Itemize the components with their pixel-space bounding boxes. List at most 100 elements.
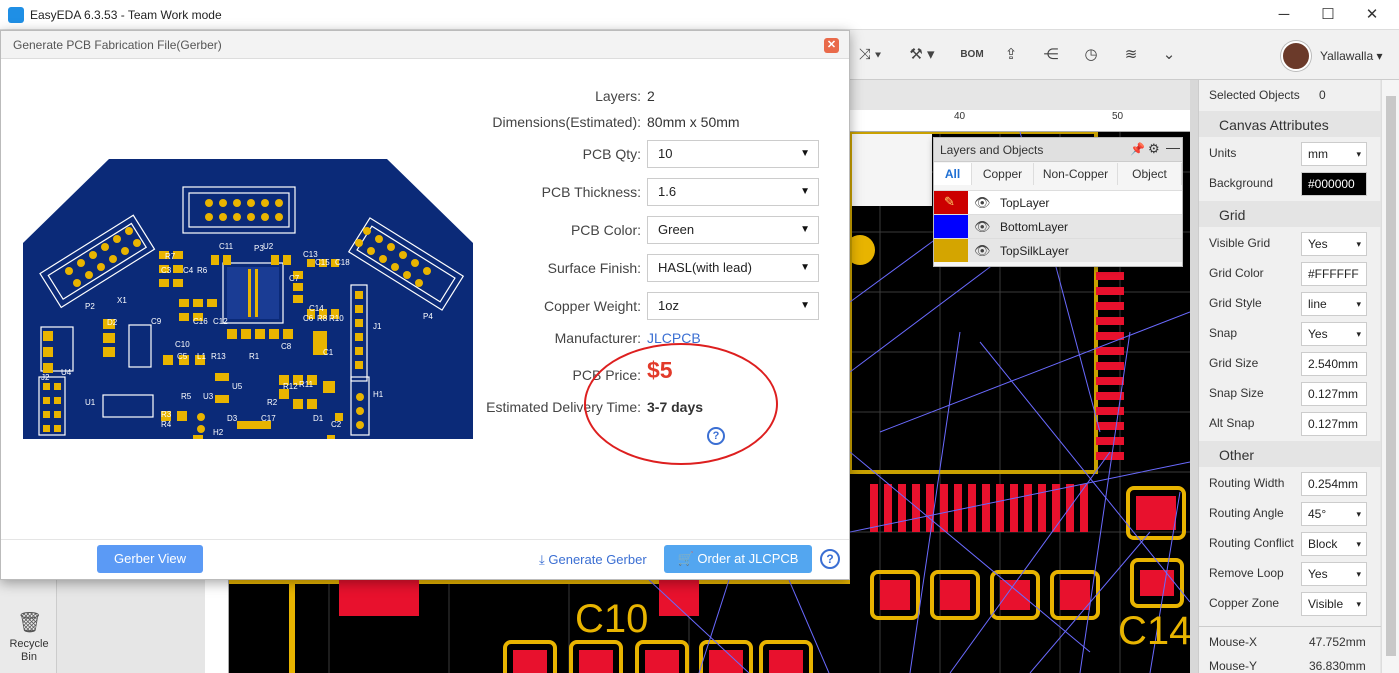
avatar[interactable] bbox=[1281, 41, 1311, 71]
top-ruler: 40 50 bbox=[850, 110, 1190, 132]
tools-icon[interactable]: ⚒ ▾ bbox=[902, 44, 942, 66]
copper-label: Copper Weight: bbox=[543, 298, 641, 314]
copper-value: 1oz bbox=[658, 298, 679, 313]
chevron-down-icon: ▾ bbox=[1356, 509, 1361, 519]
pcb-color-select[interactable]: Green ▼ bbox=[647, 216, 819, 244]
pcb-ref-label: C17 bbox=[261, 414, 276, 423]
eye-icon[interactable]: 👁 bbox=[974, 195, 991, 211]
pcb-ref-label: C6 bbox=[303, 314, 314, 323]
qty-value: 10 bbox=[658, 146, 673, 161]
layer-color-swatch[interactable]: ✎ bbox=[934, 191, 968, 214]
export-icon[interactable]: ⇪ bbox=[996, 44, 1026, 66]
order-label: Order at JLCPCB bbox=[697, 551, 799, 566]
other-section[interactable]: Other bbox=[1199, 441, 1381, 467]
copper-weight-select[interactable]: 1oz ▼ bbox=[647, 292, 819, 320]
help-icon[interactable]: ? bbox=[820, 549, 840, 569]
qty-row: PCB Qty: bbox=[1, 146, 641, 162]
tab-all[interactable]: All bbox=[934, 163, 972, 185]
maximize-button[interactable]: ☐ bbox=[1306, 4, 1350, 26]
c10-silk-label: C10 bbox=[575, 597, 648, 641]
layers-panel: Layers and Objects 📌 ⚙ — All Copper Non-… bbox=[933, 137, 1183, 267]
pcb-ref-label: C9 bbox=[151, 317, 162, 326]
pcb-ref-label: C5 bbox=[177, 352, 188, 361]
snap-label: Snap bbox=[1209, 326, 1238, 340]
minimize-button[interactable]: ─ bbox=[1262, 4, 1306, 26]
remove-loop-select[interactable]: Yes ▾ bbox=[1301, 562, 1367, 586]
units-select[interactable]: mm ▾ bbox=[1301, 142, 1367, 166]
dialog-header[interactable]: Generate PCB Fabrication File(Gerber) ✕ bbox=[1, 31, 849, 59]
grid-size-input[interactable]: 2.540mm bbox=[1301, 352, 1367, 376]
units-label: Units bbox=[1209, 146, 1237, 160]
dialog-title: Generate PCB Fabrication File(Gerber) bbox=[13, 38, 222, 52]
grid-color-label: Grid Color bbox=[1209, 266, 1264, 280]
c14-silk-label: C14 bbox=[1118, 609, 1190, 653]
layer-name: TopSilkLayer bbox=[1000, 244, 1069, 258]
history-icon[interactable]: ◷ bbox=[1076, 44, 1106, 66]
color-label: PCB Color: bbox=[570, 222, 641, 238]
visible-grid-select[interactable]: Yes ▾ bbox=[1301, 232, 1367, 256]
eye-icon[interactable]: 👁 bbox=[974, 219, 991, 235]
trash-icon[interactable]: 🗑 bbox=[17, 610, 42, 634]
layers-panel-header[interactable]: Layers and Objects 📌 ⚙ — bbox=[934, 138, 1182, 162]
canvas-attributes-section[interactable]: Canvas Attributes bbox=[1199, 111, 1381, 137]
pin-icon[interactable]: 📌 bbox=[1130, 142, 1145, 156]
alt-snap-input[interactable]: 0.127mm bbox=[1301, 412, 1367, 436]
delivery-row: Estimated Delivery Time: bbox=[1, 399, 641, 415]
layer-color-swatch[interactable] bbox=[934, 239, 968, 262]
route-icon[interactable]: ⤨ ▾ bbox=[850, 44, 890, 66]
copper-row: Copper Weight: bbox=[1, 298, 641, 314]
pcb-ref-label: D2 bbox=[107, 318, 118, 327]
dimensions-row: Dimensions(Estimated): bbox=[1, 114, 641, 130]
user-name[interactable]: Yallawalla ▾ bbox=[1320, 49, 1383, 63]
layers-row: Layers: bbox=[1, 88, 641, 104]
properties-scrollbar[interactable] bbox=[1381, 80, 1399, 673]
collapse-icon[interactable]: — bbox=[1166, 139, 1180, 155]
panel-splitter[interactable] bbox=[1190, 80, 1198, 673]
background-label: Background bbox=[1209, 176, 1274, 190]
recycle-bin-label[interactable]: Recycle Bin bbox=[4, 638, 54, 664]
close-window-button[interactable]: ✕ bbox=[1350, 4, 1394, 26]
tab-object[interactable]: Object bbox=[1118, 163, 1182, 185]
layer-row-topsilklayer[interactable]: 👁 TopSilkLayer bbox=[934, 238, 1182, 262]
grid-style-select[interactable]: line ▾ bbox=[1301, 292, 1367, 316]
routing-width-input[interactable]: 0.254mm bbox=[1301, 472, 1367, 496]
snap-select[interactable]: Yes ▾ bbox=[1301, 322, 1367, 346]
share-icon[interactable]: ⋲ bbox=[1036, 44, 1066, 66]
tab-non-copper[interactable]: Non-Copper bbox=[1034, 163, 1118, 185]
layer-row-bottomlayer[interactable]: 👁 BottomLayer bbox=[934, 214, 1182, 238]
routing-angle-select[interactable]: 45° ▾ bbox=[1301, 502, 1367, 526]
background-color-input[interactable]: #000000 bbox=[1301, 172, 1367, 196]
routing-conflict-label: Routing Conflict bbox=[1209, 536, 1294, 550]
order-jlcpcb-button[interactable]: 🛒 Order at JLCPCB bbox=[664, 545, 812, 573]
scrollbar-thumb[interactable] bbox=[1386, 96, 1396, 656]
tab-copper[interactable]: Copper bbox=[972, 163, 1034, 185]
snap-size-input[interactable]: 0.127mm bbox=[1301, 382, 1367, 406]
pcb-thickness-select[interactable]: 1.6 ▼ bbox=[647, 178, 819, 206]
pcb-ref-label: C11 bbox=[219, 242, 234, 251]
layer-color-swatch[interactable] bbox=[934, 215, 968, 238]
pcb-canvas-bottom[interactable]: C10 bbox=[229, 580, 850, 673]
gerber-view-button[interactable]: Gerber View bbox=[97, 545, 203, 573]
eye-icon[interactable]: 👁 bbox=[974, 243, 991, 259]
layers-icon[interactable]: ≋ bbox=[1116, 44, 1146, 66]
layer-row-toplayer[interactable]: ✎ 👁 TopLayer bbox=[934, 190, 1182, 214]
snap-size-label: Snap Size bbox=[1209, 386, 1264, 400]
pcb-ref-label: C12 bbox=[213, 317, 228, 326]
pcb-ref-label: D3 bbox=[227, 414, 238, 423]
routing-conflict-select[interactable]: Block ▾ bbox=[1301, 532, 1367, 556]
generate-gerber-link[interactable]: ⤓ Generate Gerber bbox=[539, 552, 647, 568]
chevron-down-icon: ▼ bbox=[800, 186, 810, 197]
download-icon: ⤓ bbox=[539, 552, 545, 567]
gear-icon[interactable]: ⚙ bbox=[1148, 141, 1160, 157]
user-menu-caret-icon: ▾ bbox=[1376, 49, 1383, 63]
chevron-down-icon[interactable]: ⌄ bbox=[1154, 44, 1184, 66]
surface-finish-select[interactable]: HASL(with lead) ▼ bbox=[647, 254, 819, 282]
dimensions-label: Dimensions(Estimated): bbox=[492, 114, 641, 130]
chevron-down-icon: ▼ bbox=[800, 262, 810, 273]
grid-color-input[interactable]: #FFFFFF bbox=[1301, 262, 1367, 286]
pcb-qty-select[interactable]: 10 ▼ bbox=[647, 140, 819, 168]
copper-zone-select[interactable]: Visible ▾ bbox=[1301, 592, 1367, 616]
dialog-close-button[interactable]: ✕ bbox=[824, 38, 839, 53]
grid-section[interactable]: Grid bbox=[1199, 201, 1381, 227]
bom-button[interactable]: BOM bbox=[954, 44, 990, 66]
